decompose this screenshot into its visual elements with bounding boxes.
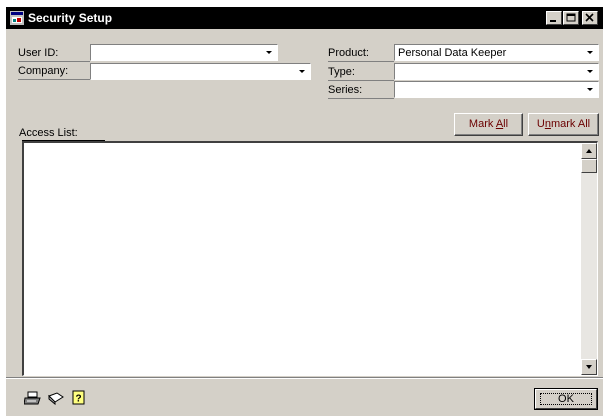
print-icon[interactable]: [24, 390, 42, 406]
series-field[interactable]: [394, 81, 599, 98]
chevron-down-icon[interactable]: [583, 46, 597, 59]
ok-focus-rect: [540, 393, 592, 405]
ok-button-face: OK: [535, 389, 597, 409]
company-underline: [18, 79, 90, 80]
chevron-down-icon[interactable]: [262, 46, 276, 59]
series-underline: [328, 98, 394, 99]
ok-button[interactable]: OK: [534, 388, 598, 410]
series-label: Series:: [328, 84, 363, 96]
window-title: Security Setup: [28, 11, 113, 25]
type-field[interactable]: [394, 63, 599, 80]
type-underline: [328, 80, 394, 81]
scroll-thumb[interactable]: [581, 159, 597, 173]
unmark-all-label-post: mark All: [550, 118, 591, 130]
user-id-label: User ID:: [18, 47, 59, 59]
company-label: Company:: [18, 65, 69, 77]
arrow-up-icon: [586, 149, 592, 153]
product-field[interactable]: Personal Data Keeper: [394, 44, 599, 61]
product-label: Product:: [328, 47, 369, 59]
chevron-down-icon[interactable]: [295, 65, 309, 78]
scroll-up-button[interactable]: [581, 143, 597, 159]
vertical-scrollbar[interactable]: [581, 143, 597, 375]
help-icon[interactable]: ?: [71, 390, 89, 406]
access-list-label: Access List:: [19, 127, 78, 139]
unmark-all-button[interactable]: Unmark All: [528, 113, 599, 136]
chevron-down-icon[interactable]: [583, 65, 597, 78]
mark-all-label-pre: Mark: [468, 118, 496, 130]
window-icon: [10, 11, 24, 25]
chevron-down-icon[interactable]: [583, 83, 597, 96]
user-id-field[interactable]: [90, 44, 278, 61]
maximize-icon: [566, 13, 576, 22]
scroll-down-button[interactable]: [581, 359, 597, 375]
unmark-all-label-pre: U: [536, 118, 545, 130]
close-icon: [585, 13, 594, 22]
minimize-icon: [550, 20, 556, 22]
maximize-button[interactable]: [563, 11, 579, 25]
minimize-button[interactable]: [546, 11, 562, 25]
close-button[interactable]: [582, 11, 598, 25]
product-underline: [328, 61, 394, 62]
title-bar[interactable]: Security Setup: [6, 7, 603, 29]
arrow-down-icon: [586, 365, 592, 369]
company-field[interactable]: [90, 63, 311, 80]
security-setup-window: Security Setup User ID: Company: Product…: [6, 7, 603, 416]
user-id-underline: [18, 61, 90, 62]
access-list[interactable]: [22, 141, 598, 376]
mark-all-button[interactable]: Mark All: [454, 113, 523, 136]
note-icon[interactable]: [47, 390, 65, 406]
mark-all-label-post: ll: [503, 118, 509, 130]
type-label: Type:: [328, 66, 355, 78]
svg-text:?: ?: [76, 394, 82, 405]
footer-separator-highlight: [6, 378, 603, 379]
